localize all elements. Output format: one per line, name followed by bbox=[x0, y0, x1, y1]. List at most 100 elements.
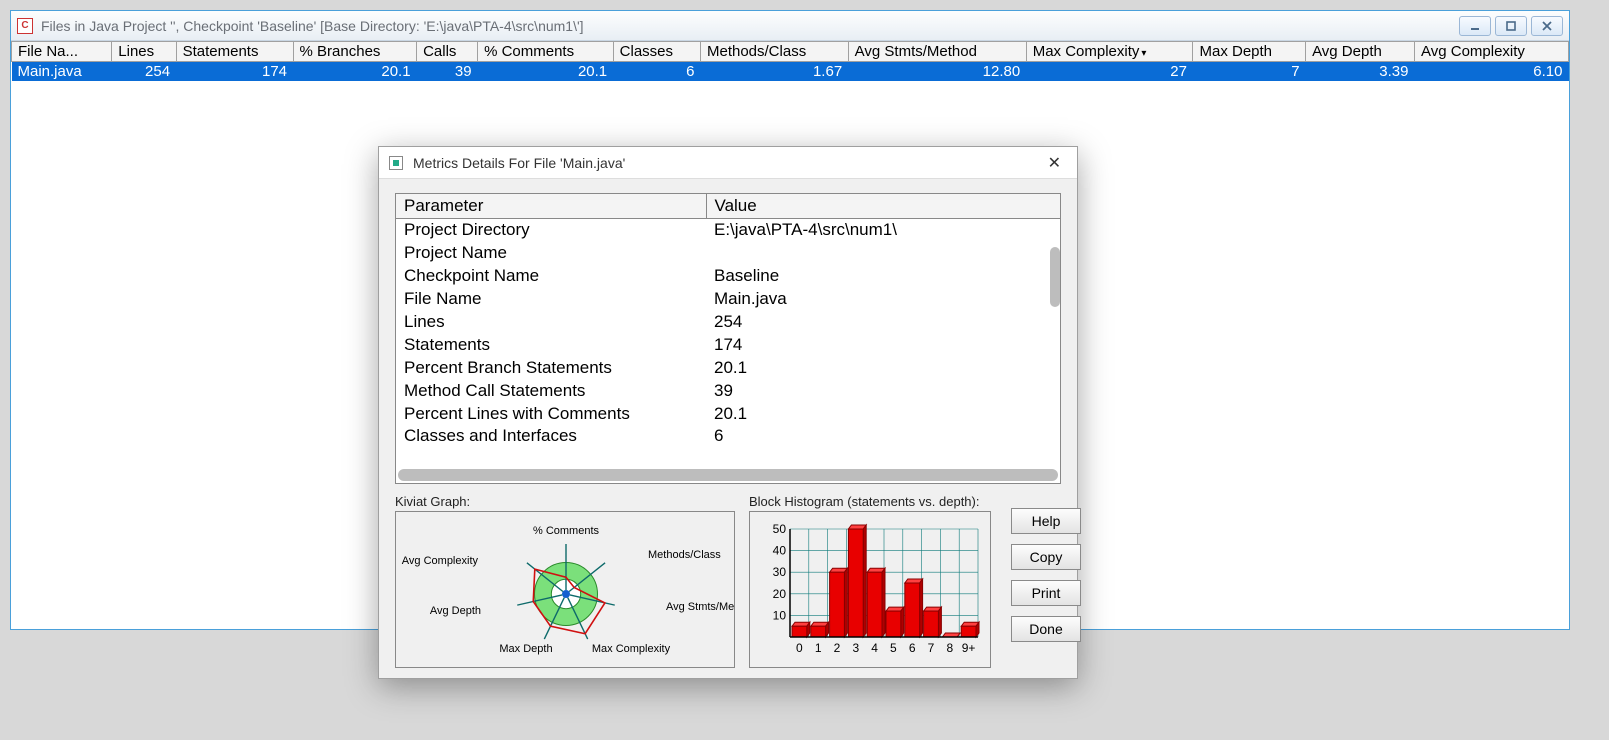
column-header[interactable]: Statements bbox=[176, 42, 293, 62]
svg-text:1: 1 bbox=[815, 641, 822, 655]
title-bar: C Files in Java Project '', Checkpoint '… bbox=[11, 11, 1569, 41]
detail-value: Main.java bbox=[706, 288, 1060, 311]
copy-button[interactable]: Copy bbox=[1011, 544, 1081, 570]
svg-text:Max Depth: Max Depth bbox=[499, 643, 552, 655]
svg-text:4: 4 bbox=[871, 641, 878, 655]
col-value[interactable]: Value bbox=[706, 194, 1060, 219]
cell: 1.67 bbox=[700, 62, 848, 82]
detail-row: File NameMain.java bbox=[396, 288, 1060, 311]
window-title: Files in Java Project '', Checkpoint 'Ba… bbox=[41, 18, 1459, 34]
print-button[interactable]: Print bbox=[1011, 580, 1081, 606]
cell: 27 bbox=[1026, 62, 1193, 82]
cell: 20.1 bbox=[293, 62, 417, 82]
app-icon: C bbox=[17, 18, 33, 34]
detail-value bbox=[706, 242, 1060, 265]
cell: 39 bbox=[417, 62, 478, 82]
details-panel: Parameter Value Project DirectoryE:\java… bbox=[395, 193, 1061, 484]
svg-text:9+: 9+ bbox=[962, 641, 976, 655]
cell: 20.1 bbox=[478, 62, 614, 82]
svg-text:Avg Complexity: Avg Complexity bbox=[402, 555, 479, 567]
vertical-scrollbar[interactable] bbox=[1050, 247, 1060, 307]
cell: 6 bbox=[613, 62, 700, 82]
svg-text:6: 6 bbox=[909, 641, 916, 655]
svg-text:50: 50 bbox=[773, 522, 787, 536]
window-controls bbox=[1459, 16, 1563, 36]
column-header[interactable]: Avg Depth bbox=[1306, 42, 1415, 62]
svg-text:0: 0 bbox=[796, 641, 803, 655]
histogram-label: Block Histogram (statements vs. depth): bbox=[749, 494, 991, 509]
svg-text:Methods/Class: Methods/Class bbox=[648, 549, 721, 561]
detail-param: Percent Lines with Comments bbox=[396, 403, 706, 426]
detail-value: 20.1 bbox=[706, 403, 1060, 426]
horizontal-scrollbar[interactable] bbox=[398, 469, 1058, 481]
detail-row: Percent Lines with Comments20.1 bbox=[396, 403, 1060, 426]
sort-indicator-icon: ▾ bbox=[1141, 48, 1146, 59]
detail-row: Project Name bbox=[396, 242, 1060, 265]
column-header[interactable]: Avg Stmts/Method bbox=[848, 42, 1026, 62]
svg-text:8: 8 bbox=[946, 641, 953, 655]
maximize-button[interactable] bbox=[1495, 16, 1527, 36]
detail-param: Checkpoint Name bbox=[396, 265, 706, 288]
minimize-button[interactable] bbox=[1459, 16, 1491, 36]
column-header[interactable]: Lines bbox=[112, 42, 176, 62]
cell: Main.java bbox=[12, 62, 112, 82]
col-parameter[interactable]: Parameter bbox=[396, 194, 706, 219]
detail-value: 174 bbox=[706, 334, 1060, 357]
detail-value: E:\java\PTA-4\src\num1\ bbox=[706, 219, 1060, 242]
detail-row: Project DirectoryE:\java\PTA-4\src\num1\ bbox=[396, 219, 1060, 242]
help-button[interactable]: Help bbox=[1011, 508, 1081, 534]
svg-text:40: 40 bbox=[773, 544, 787, 558]
close-icon bbox=[1541, 20, 1553, 32]
column-header[interactable]: % Comments bbox=[478, 42, 614, 62]
dialog-body: Parameter Value Project DirectoryE:\java… bbox=[379, 179, 1077, 678]
detail-row: Statements174 bbox=[396, 334, 1060, 357]
detail-param: Classes and Interfaces bbox=[396, 425, 706, 448]
column-header[interactable]: Max Depth bbox=[1193, 42, 1306, 62]
dialog-title-bar: Metrics Details For File 'Main.java' ✕ bbox=[379, 147, 1077, 179]
detail-value: 20.1 bbox=[706, 357, 1060, 380]
detail-param: Lines bbox=[396, 311, 706, 334]
svg-text:2: 2 bbox=[834, 641, 841, 655]
dialog-title: Metrics Details For File 'Main.java' bbox=[413, 155, 625, 171]
dialog-close-button[interactable]: ✕ bbox=[1042, 151, 1067, 175]
cell: 254 bbox=[112, 62, 176, 82]
kiviat-graph: % CommentsMethods/ClassAvg Stmts/MethodM… bbox=[395, 511, 735, 668]
column-header[interactable]: Avg Complexity bbox=[1415, 42, 1569, 62]
cell: 3.39 bbox=[1306, 62, 1415, 82]
svg-text:7: 7 bbox=[928, 641, 935, 655]
maximize-icon bbox=[1505, 20, 1517, 32]
cell: 7 bbox=[1193, 62, 1306, 82]
cell: 6.10 bbox=[1415, 62, 1569, 82]
detail-row: Percent Branch Statements20.1 bbox=[396, 357, 1060, 380]
column-header[interactable]: Classes bbox=[613, 42, 700, 62]
detail-param: Statements bbox=[396, 334, 706, 357]
detail-row: Classes and Interfaces6 bbox=[396, 425, 1060, 448]
cell: 174 bbox=[176, 62, 293, 82]
column-header[interactable]: File Na... bbox=[12, 42, 112, 62]
detail-param: Project Directory bbox=[396, 219, 706, 242]
svg-text:30: 30 bbox=[773, 565, 787, 579]
column-header[interactable]: Methods/Class bbox=[700, 42, 848, 62]
cell: 12.80 bbox=[848, 62, 1026, 82]
dialog-buttons: Help Copy Print Done bbox=[1011, 508, 1081, 642]
close-button[interactable] bbox=[1531, 16, 1563, 36]
metrics-dialog: Metrics Details For File 'Main.java' ✕ P… bbox=[378, 146, 1078, 679]
svg-text:Max Complexity: Max Complexity bbox=[592, 643, 671, 655]
kiviat-label: Kiviat Graph: bbox=[395, 494, 735, 509]
svg-text:3: 3 bbox=[852, 641, 859, 655]
detail-value: Baseline bbox=[706, 265, 1060, 288]
detail-value: 6 bbox=[706, 425, 1060, 448]
detail-value: 254 bbox=[706, 311, 1060, 334]
files-table: File Na...LinesStatements% BranchesCalls… bbox=[11, 41, 1569, 81]
column-header[interactable]: % Branches bbox=[293, 42, 417, 62]
column-header[interactable]: Max Complexity▾ bbox=[1026, 42, 1193, 62]
detail-row: Lines254 bbox=[396, 311, 1060, 334]
detail-value: 39 bbox=[706, 380, 1060, 403]
detail-param: Project Name bbox=[396, 242, 706, 265]
column-header[interactable]: Calls bbox=[417, 42, 478, 62]
table-row[interactable]: Main.java25417420.13920.161.6712.802773.… bbox=[12, 62, 1569, 82]
detail-row: Checkpoint NameBaseline bbox=[396, 265, 1060, 288]
done-button[interactable]: Done bbox=[1011, 616, 1081, 642]
detail-param: Percent Branch Statements bbox=[396, 357, 706, 380]
svg-text:% Comments: % Comments bbox=[533, 525, 600, 537]
